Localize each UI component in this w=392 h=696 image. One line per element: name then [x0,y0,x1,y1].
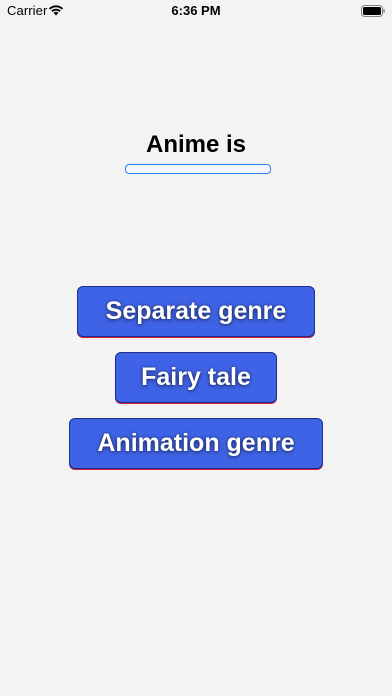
question-title: Anime is [145,131,247,158]
option-label: Fairy tale [141,363,251,391]
option-animation-genre-button[interactable]: Animation genre [69,418,323,469]
option-label: Separate genre [105,297,287,325]
option-label: Animation genre [97,429,295,457]
status-bar: Carrier 6:36 PM [0,0,392,22]
option-separate-genre-button[interactable]: Separate genre [77,286,315,337]
status-time: 6:36 PM [171,3,221,18]
answer-field[interactable] [125,164,271,174]
option-fairy-tale-button[interactable]: Fairy tale [115,352,277,403]
battery-icon [361,5,385,17]
